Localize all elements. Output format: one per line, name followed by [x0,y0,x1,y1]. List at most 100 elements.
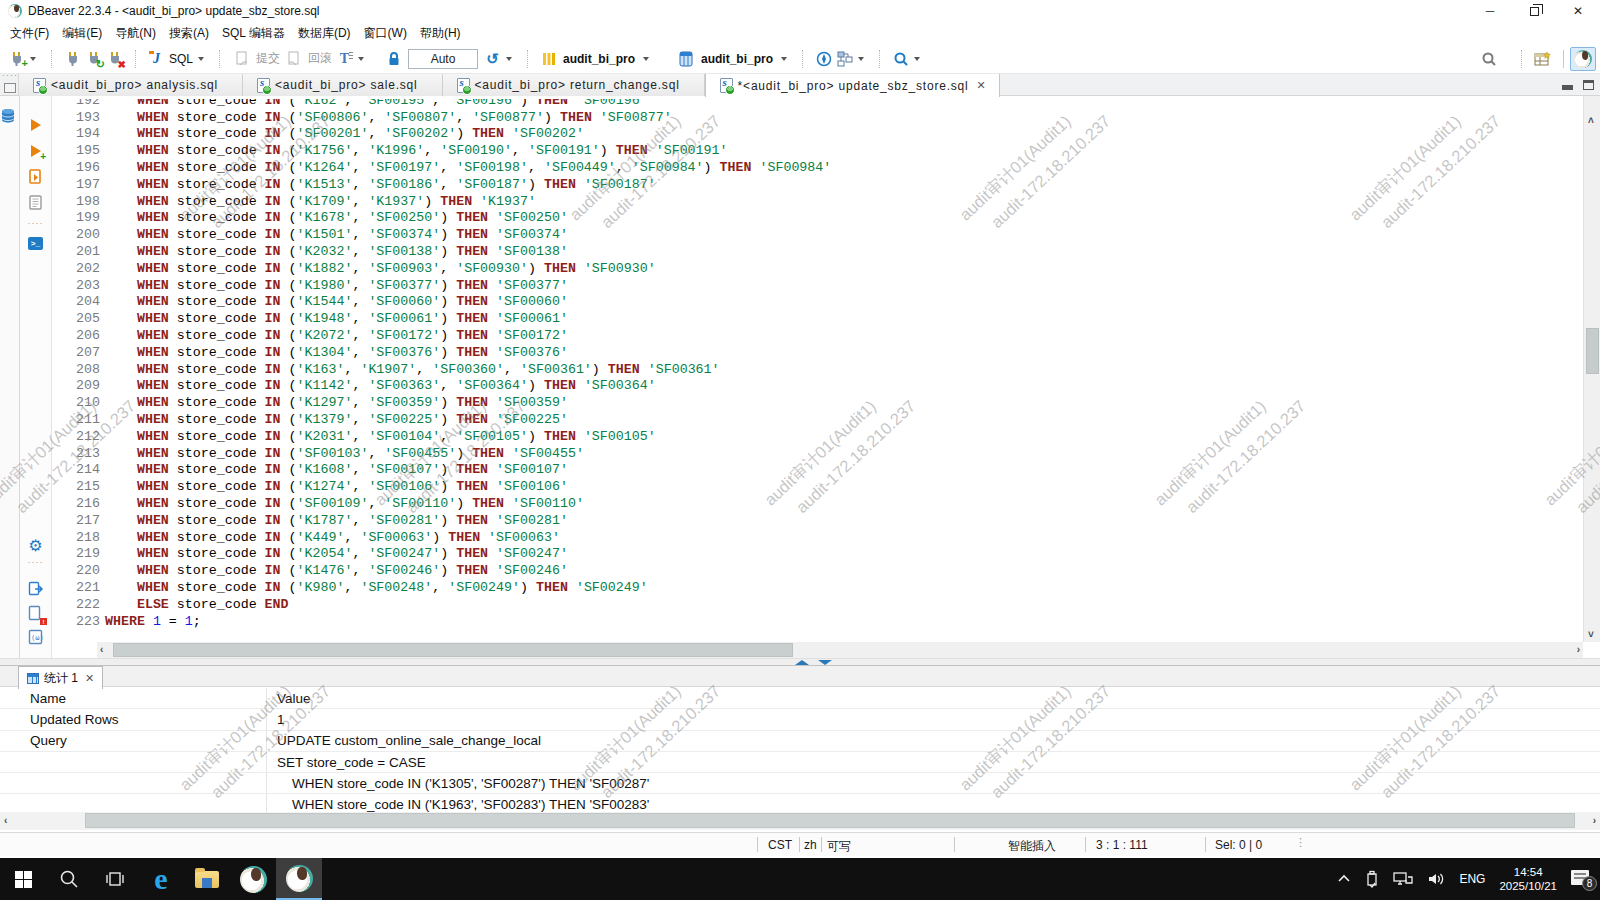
schema-dropdown[interactable] [781,57,787,61]
perspective-icon[interactable] [1534,50,1551,67]
network-tray-icon[interactable] [1386,858,1420,900]
menu-item-1[interactable]: 编辑(E) [62,25,102,42]
taskbar-clock[interactable]: 14:542025/10/21 [1492,858,1564,900]
editor-horizontal-scrollbar[interactable]: ‹ › [97,642,1583,658]
maximize-view-button[interactable] [1583,80,1594,90]
start-button[interactable] [0,858,46,900]
code-line[interactable]: 218 WHEN store_code IN ('K449', 'SF00063… [52,529,1583,546]
hidden-icons-chevron[interactable] [1330,858,1358,900]
export-result-button[interactable] [20,576,51,602]
menu-item-3[interactable]: 搜索(A) [169,25,209,42]
execute-statement-button[interactable] [20,112,51,138]
volume-tray-icon[interactable] [1420,858,1452,900]
file-explorer-icon[interactable] [184,858,230,900]
code-line[interactable]: 207 WHEN store_code IN ('K1304', 'SF0037… [52,344,1583,361]
minimize-button[interactable]: ─ [1468,0,1512,22]
statusbar-grip[interactable]: ⋮ [1295,836,1306,849]
code-line[interactable]: 195 WHEN store_code IN ('K1756', 'K1996'… [52,142,1583,159]
close-button[interactable]: ✕ [1556,0,1600,22]
search-db-dropdown[interactable] [914,57,920,61]
reconnect-icon[interactable]: ↻ [85,50,102,67]
settings-gear-button[interactable]: ⚙ [20,532,51,558]
transaction-log-icon[interactable]: ↺ [484,50,501,67]
code-line[interactable]: 223WHERE 1 = 1; [52,613,1583,630]
tab-statistics[interactable]: 统计 1 ✕ [18,666,103,689]
code-line[interactable]: 212 WHEN store_code IN ('K2031', 'SF0010… [52,428,1583,445]
schema-selector[interactable]: audit_bi_pro [701,52,773,66]
explain-dropdown[interactable] [858,57,864,61]
commit-button[interactable]: 提交 [232,50,280,67]
restore-button[interactable] [1512,0,1556,22]
menu-item-7[interactable]: 帮助(H) [420,25,461,42]
scroll-left-arrow[interactable]: ‹ [100,645,103,655]
code-line[interactable]: 204 WHEN store_code IN ('K1544', 'SF0006… [52,294,1583,311]
code-line[interactable]: 217 WHEN store_code IN ('K1787', 'SF0028… [52,512,1583,529]
transaction-log-dropdown[interactable] [506,57,512,61]
code-line[interactable]: 214 WHEN store_code IN ('K1608', 'SF0010… [52,462,1583,479]
editor-tab-3[interactable]: *<audit_bi_pro> update_sbz_store.sql✕ [705,74,1000,97]
open-console-button[interactable]: >_ [20,230,51,256]
code-line[interactable]: 193 WHEN store_code IN ('SF00806', 'SF00… [52,109,1583,126]
scroll-down-arrow[interactable]: ˅ [1588,630,1594,640]
navigate-icon[interactable] [815,50,832,67]
menu-item-4[interactable]: SQL 编辑器 [222,25,285,42]
grid-row[interactable]: WHEN store_code IN ('K1305', 'SF00287') … [0,773,1600,794]
rollback-button[interactable]: 回滚 [284,50,332,67]
sql-editor-dropdown[interactable] [198,57,204,61]
code-line[interactable]: 221 WHEN store_code IN ('K980', 'SF00248… [52,579,1583,596]
code-line[interactable]: 210 WHEN store_code IN ('K1297', 'SF0035… [52,394,1583,411]
scroll-right-arrow[interactable]: › [1577,645,1580,655]
menu-item-5[interactable]: 数据库(D) [298,25,351,42]
execute-new-tab-button[interactable]: + [20,138,51,164]
taskbar-search-icon[interactable] [46,858,92,900]
code-line[interactable]: 199 WHEN store_code IN ('K1678', 'SF0025… [52,210,1583,227]
search-icon[interactable] [1480,50,1497,67]
search-db-icon[interactable] [892,50,909,67]
sql-editor-icon[interactable]: J [148,50,165,67]
database-navigator-icon[interactable] [0,108,16,124]
script-preview-button[interactable] [20,190,51,216]
panel-scroll-left-arrow[interactable]: ‹ [4,816,7,826]
code-line[interactable]: 201 WHEN store_code IN ('K2032', 'SF0013… [52,243,1583,260]
code-line[interactable]: 205 WHEN store_code IN ('K1948', 'SF0006… [52,310,1583,327]
code-area[interactable]: 192 WHEN store_code IN ('K162', 'SF00195… [52,99,1583,642]
code-line[interactable]: 213 WHEN store_code IN ('SF00103', 'SF00… [52,445,1583,462]
new-connection-dropdown[interactable] [30,57,36,61]
close-tab-icon[interactable]: ✕ [85,672,94,685]
scroll-up-arrow[interactable]: ˄ [1588,116,1594,126]
minimize-view-button[interactable] [1562,85,1573,90]
panel-horizontal-scrollbar[interactable]: ‹ › [0,812,1600,830]
execute-script-button[interactable] [20,164,51,190]
grid-row[interactable]: SET store_code = CASE [0,752,1600,773]
horizontal-scroll-thumb[interactable] [113,643,793,657]
action-center-icon[interactable]: 8 [1564,858,1600,900]
code-line[interactable]: 200 WHEN store_code IN ('K1501', 'SF0037… [52,226,1583,243]
commit-mode-select[interactable]: Auto [408,49,478,69]
connection-icon[interactable] [540,50,557,67]
editor-tab-0[interactable]: <audit_bi_pro> analysis.sql [19,74,243,96]
menu-item-2[interactable]: 导航(N) [115,25,156,42]
save-file-button[interactable]: ! [20,600,51,626]
sql-editor-label[interactable]: SQL [169,52,193,66]
dbeaver-perspective-button[interactable] [1570,47,1596,71]
code-line[interactable]: 211 WHEN store_code IN ('K1379', 'SF0022… [52,411,1583,428]
code-line[interactable]: 197 WHEN store_code IN ('K1513', 'SF0018… [52,176,1583,193]
grid-row[interactable]: Updated Rows1 [0,709,1600,730]
code-line[interactable]: 206 WHEN store_code IN ('K2072', 'SF0017… [52,327,1583,344]
code-line[interactable]: 196 WHEN store_code IN ('K1264', 'SF0019… [52,159,1583,176]
editor-tab-2[interactable]: <audit_bi_pro> return_change.sql [443,74,705,96]
close-tab-icon[interactable]: ✕ [977,79,987,92]
code-line[interactable]: 203 WHEN store_code IN ('K1980', 'SF0037… [52,277,1583,294]
connect-icon[interactable] [64,50,81,67]
word-wrap-button[interactable]: (ω) [20,624,51,650]
vertical-scroll-thumb[interactable] [1586,328,1599,374]
transaction-mode-icon[interactable]: T [336,50,353,67]
language-indicator[interactable]: ENG [1452,858,1492,900]
grid-row[interactable]: QueryUPDATE custom_online_sale_change_lo… [0,731,1600,752]
code-line[interactable]: 209 WHEN store_code IN ('K1142', 'SF0036… [52,378,1583,395]
transaction-dropdown[interactable] [358,57,364,61]
code-line[interactable]: 192 WHEN store_code IN ('K162', 'SF00195… [52,99,1583,109]
schema-icon[interactable] [678,50,695,67]
panel-scroll-thumb[interactable] [85,813,1575,828]
code-line[interactable]: 222 ELSE store_code END [52,596,1583,613]
